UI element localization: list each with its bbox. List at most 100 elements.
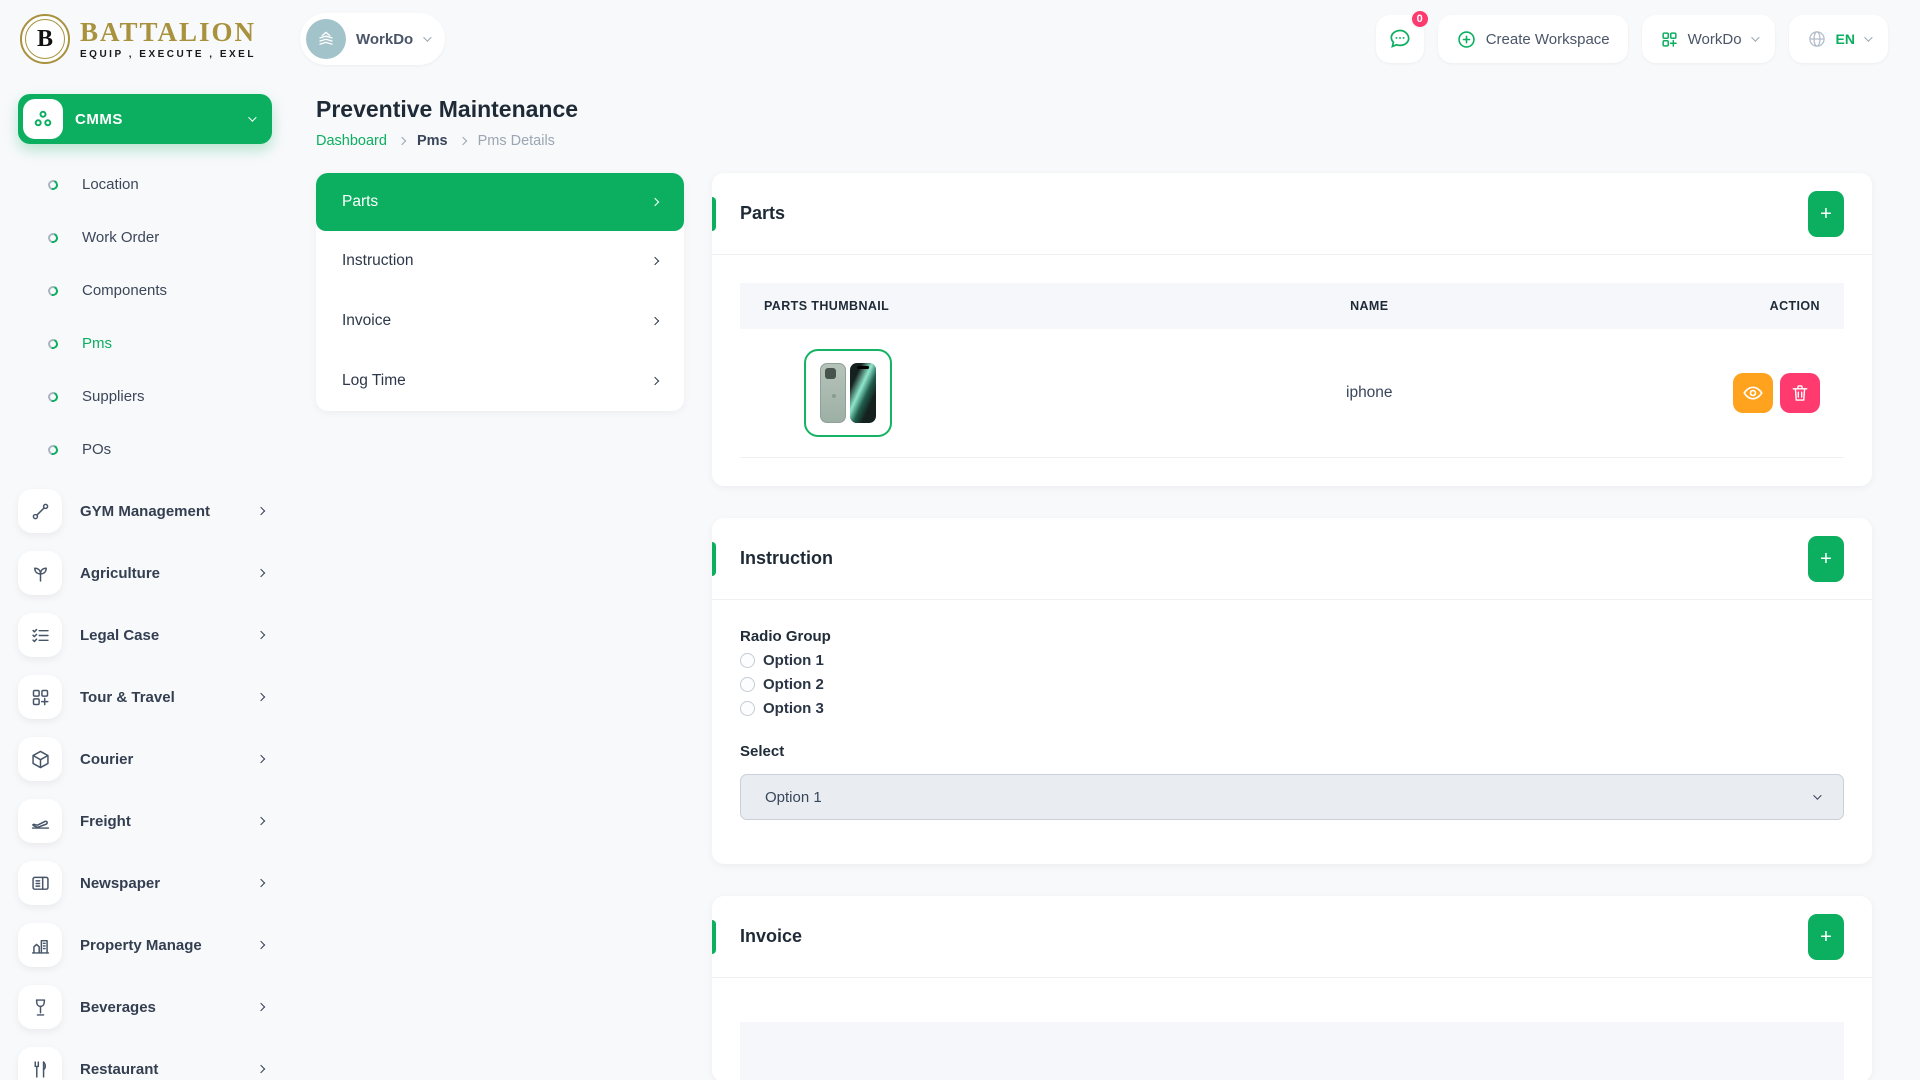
sidebar-item-label: Newspaper: [80, 875, 160, 892]
sidebar-item-restaurant[interactable]: Restaurant: [18, 1038, 272, 1080]
cutlery-icon: [30, 1059, 51, 1080]
radio-option-1[interactable]: Option 1: [740, 652, 1844, 669]
add-instruction-button[interactable]: +: [1808, 536, 1844, 582]
sidebar-item-agriculture[interactable]: Agriculture: [18, 542, 272, 604]
sidebar-item-pms[interactable]: Pms: [18, 317, 272, 370]
page-title: Preventive Maintenance: [316, 96, 1872, 123]
chevron-down-icon: [423, 33, 431, 41]
select-label: Select: [740, 743, 1844, 760]
sidebar-item-beverages[interactable]: Beverages: [18, 976, 272, 1038]
messages-badge: 0: [1410, 9, 1430, 29]
language-dropdown[interactable]: EN: [1789, 15, 1888, 63]
sidebar-app-switcher-cmms[interactable]: CMMS: [18, 94, 272, 144]
workspace-avatar: [306, 19, 346, 59]
delete-part-button[interactable]: [1780, 373, 1820, 413]
chevron-right-icon: [398, 137, 406, 145]
option-select[interactable]: Option 1: [740, 774, 1844, 820]
breadcrumb-dashboard[interactable]: Dashboard: [316, 133, 387, 149]
sidebar-item-tour-travel[interactable]: Tour & Travel: [18, 666, 272, 728]
header-accent-bar: [712, 197, 716, 231]
brand-tagline: EQUIP , EXECUTE , EXEL: [80, 49, 256, 60]
menu-item-label: Parts: [342, 193, 378, 211]
header-accent-bar: [712, 920, 716, 954]
radio-icon: [740, 653, 755, 668]
bullet-icon: [46, 284, 59, 297]
sidebar-item-property-manage[interactable]: Property Manage: [18, 914, 272, 976]
cmms-submenu: Location Work Order Components Pms Suppl…: [18, 158, 272, 476]
sidebar-item-label: Property Manage: [80, 937, 202, 954]
radio-option-label: Option 3: [763, 700, 824, 717]
brand-name: BATTALION: [80, 19, 256, 46]
bullet-icon: [46, 443, 59, 456]
table-row: iphone: [740, 329, 1844, 458]
wine-glass-icon: [30, 997, 51, 1018]
instruction-card-title: Instruction: [740, 548, 833, 569]
chevron-right-icon: [257, 755, 265, 763]
sidebar-item-label: Agriculture: [80, 565, 160, 582]
sidebar-item-label: Pms: [82, 335, 112, 352]
sidebar-item-legal-case[interactable]: Legal Case: [18, 604, 272, 666]
detail-menu-parts[interactable]: Parts: [316, 173, 684, 231]
brand-emblem-icon: B: [20, 14, 70, 64]
sidebar-item-work-order[interactable]: Work Order: [18, 211, 272, 264]
sidebar: CMMS Location Work Order Components Pms …: [0, 78, 290, 1080]
sidebar-item-label: Beverages: [80, 999, 156, 1016]
add-invoice-button[interactable]: +: [1808, 914, 1844, 960]
invoice-table-header-strip: [740, 1022, 1844, 1080]
invoice-card-title: Invoice: [740, 926, 802, 947]
sidebar-item-label: Suppliers: [82, 388, 145, 405]
chevron-right-icon: [257, 879, 265, 887]
sidebar-item-components[interactable]: Components: [18, 264, 272, 317]
col-parts-thumbnail: Parts Thumbnail: [740, 283, 1115, 329]
sidebar-item-courier[interactable]: Courier: [18, 728, 272, 790]
sidebar-item-pos[interactable]: POs: [18, 423, 272, 476]
chevron-right-icon: [651, 317, 659, 325]
workspace-switcher[interactable]: WorkDo: [300, 13, 445, 65]
select-value: Option 1: [765, 789, 822, 806]
sidebar-item-label: Location: [82, 176, 139, 193]
sidebar-item-label: GYM Management: [80, 503, 210, 520]
sidebar-item-suppliers[interactable]: Suppliers: [18, 370, 272, 423]
detail-menu-log-time[interactable]: Log Time: [316, 351, 684, 411]
breadcrumb-pms[interactable]: Pms: [417, 133, 448, 149]
chevron-right-icon: [651, 198, 659, 206]
detail-menu-invoice[interactable]: Invoice: [316, 291, 684, 351]
grid-plus-icon: [30, 687, 51, 708]
globe-icon: [1807, 29, 1827, 49]
sidebar-item-label: Work Order: [82, 229, 159, 246]
chevron-right-icon: [257, 693, 265, 701]
topbar: B BATTALION EQUIP , EXECUTE , EXEL WorkD…: [0, 0, 1920, 78]
workspace-label: WorkDo: [356, 31, 413, 48]
menu-item-label: Log Time: [342, 372, 406, 390]
part-name: iphone: [1115, 329, 1623, 458]
language-code: EN: [1836, 31, 1855, 47]
newspaper-icon: [30, 873, 51, 894]
chevron-right-icon: [257, 507, 265, 515]
building-icon: [30, 935, 51, 956]
radio-option-3[interactable]: Option 3: [740, 700, 1844, 717]
sidebar-item-freight[interactable]: Freight: [18, 790, 272, 852]
detail-menu-instruction[interactable]: Instruction: [316, 231, 684, 291]
chevron-down-icon: [248, 113, 256, 121]
add-part-button[interactable]: +: [1808, 191, 1844, 237]
eye-icon: [1742, 382, 1764, 404]
part-thumbnail-iphone[interactable]: [804, 349, 892, 437]
chevron-down-icon: [1751, 33, 1759, 41]
create-workspace-label: Create Workspace: [1486, 31, 1610, 48]
create-workspace-button[interactable]: Create Workspace: [1438, 15, 1628, 63]
sidebar-item-location[interactable]: Location: [18, 158, 272, 211]
sidebar-item-newspaper[interactable]: Newspaper: [18, 852, 272, 914]
chevron-right-icon: [257, 631, 265, 639]
header-accent-bar: [712, 542, 716, 576]
sidebar-item-label: Components: [82, 282, 167, 299]
bullet-icon: [46, 231, 59, 244]
view-part-button[interactable]: [1733, 373, 1773, 413]
messages-button[interactable]: 0: [1376, 15, 1424, 63]
chevron-right-icon: [257, 1003, 265, 1011]
radio-option-label: Option 2: [763, 676, 824, 693]
cmms-icon-tile: [23, 99, 63, 139]
col-action: Action: [1623, 283, 1844, 329]
workdo-dropdown[interactable]: WorkDo: [1642, 15, 1775, 63]
sidebar-item-gym-management[interactable]: GYM Management: [18, 480, 272, 542]
radio-option-2[interactable]: Option 2: [740, 676, 1844, 693]
